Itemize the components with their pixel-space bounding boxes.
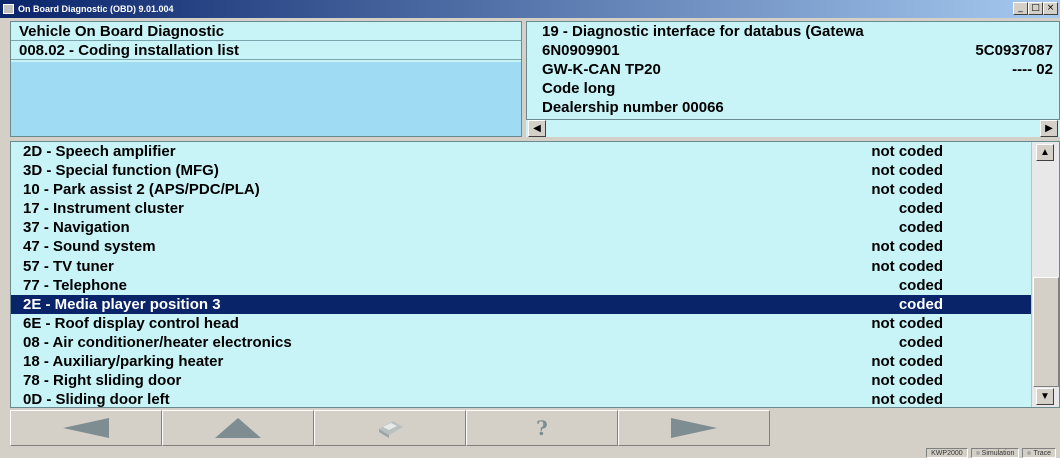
component-line: GW-K-CAN TP20 ---- 02 <box>527 60 1059 79</box>
list-item[interactable]: 08 - Air conditioner/heater electronics c… <box>11 333 1059 352</box>
blank-area <box>11 62 521 136</box>
coding-status: not coded <box>871 143 943 160</box>
window-title: On Board Diagnostic (OBD) 9.01.004 <box>18 4 174 14</box>
list-item[interactable]: 18 - Auxiliary/parking heater not coded <box>11 352 1059 371</box>
coding-status: not coded <box>871 181 943 199</box>
vertical-scrollbar[interactable]: ▲ ▼ <box>1031 142 1059 407</box>
coding-status: not coded <box>871 353 943 371</box>
arrow-right-icon <box>671 418 717 438</box>
back-button[interactable] <box>10 410 162 446</box>
coding-status: not coded <box>871 372 943 390</box>
coding-status: coded <box>898 295 943 313</box>
horizontal-scrollbar[interactable]: ◀ ▶ <box>526 119 1060 137</box>
up-button[interactable] <box>162 410 314 446</box>
header-left-panel: Vehicle On Board Diagnostic 008.02 - Cod… <box>10 21 522 137</box>
status-bar: KWP2000 Simulation Trace <box>0 448 1060 458</box>
title-bar: On Board Diagnostic (OBD) 9.01.004 _ □ × <box>0 0 1060 18</box>
app-heading: Vehicle On Board Diagnostic <box>11 22 521 41</box>
list-item[interactable]: 37 - Navigation coded <box>11 218 1059 237</box>
close-button[interactable]: × <box>1043 2 1058 15</box>
app-icon <box>3 4 14 14</box>
function-heading: 008.02 - Coding installation list <box>11 41 521 60</box>
coding-installation-list: 2D - Speech amplifier not coded 3D - Speci… <box>10 141 1060 408</box>
list-item[interactable]: 17 - Instrument cluster coded <box>11 199 1059 218</box>
forward-button[interactable] <box>618 410 770 446</box>
scroll-down-icon[interactable]: ▼ <box>1036 388 1054 405</box>
coding-type: Code long <box>542 80 616 97</box>
help-icon: ? <box>536 417 548 439</box>
list-item[interactable]: 78 - Right sliding door not coded <box>11 371 1059 390</box>
svg-text:?: ? <box>536 417 548 439</box>
component-name: GW-K-CAN TP20 <box>542 61 661 78</box>
component-version: ---- 02 <box>1012 61 1053 78</box>
simulation-indicator: Simulation <box>970 448 1020 458</box>
coding-status: not coded <box>871 314 943 332</box>
list-item[interactable]: 0D - Sliding door left not coded <box>11 390 1059 408</box>
part-number-right: 5C0937087 <box>975 42 1053 59</box>
arrow-left-icon <box>63 418 109 438</box>
list-item[interactable]: 77 - Telephone coded <box>11 276 1059 295</box>
simulation-dot-icon <box>975 451 980 455</box>
list-item[interactable]: 6E - Roof display control head not coded <box>11 314 1059 333</box>
scroll-up-icon[interactable]: ▲ <box>1036 144 1054 161</box>
coding-status: coded <box>898 200 943 218</box>
coding-status: coded <box>898 276 943 294</box>
coding-status: not coded <box>871 162 943 180</box>
coding-status: not coded <box>871 257 943 275</box>
list-item[interactable]: 57 - TV tuner not coded <box>11 257 1059 276</box>
coding-status: not coded <box>871 238 943 256</box>
list-item[interactable]: 47 - Sound system not coded <box>11 237 1059 256</box>
list-item[interactable]: 10 - Park assist 2 (APS/PDC/PLA) not code… <box>11 180 1059 199</box>
list-item[interactable]: 3D - Special function (MFG) not coded <box>11 161 1059 180</box>
list-item[interactable]: 2D - Speech amplifier not coded <box>11 142 1059 161</box>
scroll-left-icon[interactable]: ◀ <box>528 120 546 137</box>
navigation-toolbar: ? <box>10 410 1060 448</box>
scroll-right-icon[interactable]: ▶ <box>1040 120 1058 137</box>
coding-status: not coded <box>871 391 943 408</box>
coding-status: coded <box>898 333 943 351</box>
trace-dot-icon <box>1027 451 1032 455</box>
help-button[interactable]: ? <box>466 410 618 446</box>
protocol-indicator: KWP2000 <box>926 448 968 458</box>
minimize-button[interactable]: _ <box>1013 2 1028 15</box>
print-button[interactable] <box>314 410 466 446</box>
coding-status: coded <box>898 219 943 237</box>
arrow-up-icon <box>215 418 261 438</box>
trace-indicator: Trace <box>1022 448 1056 458</box>
maximize-button[interactable]: □ <box>1028 2 1043 15</box>
dealership-number: Dealership number 00066 <box>542 99 724 116</box>
list-item[interactable]: 2E - Media player position 3 coded <box>11 294 1059 314</box>
part-number-left: 6N0909901 <box>542 42 620 59</box>
scroll-thumb[interactable] <box>1033 277 1059 387</box>
part-numbers: 6N0909901 5C0937087 <box>527 41 1059 60</box>
control-unit-title: 19 - Diagnostic interface for databus (G… <box>542 23 864 40</box>
print-icon <box>379 421 403 438</box>
